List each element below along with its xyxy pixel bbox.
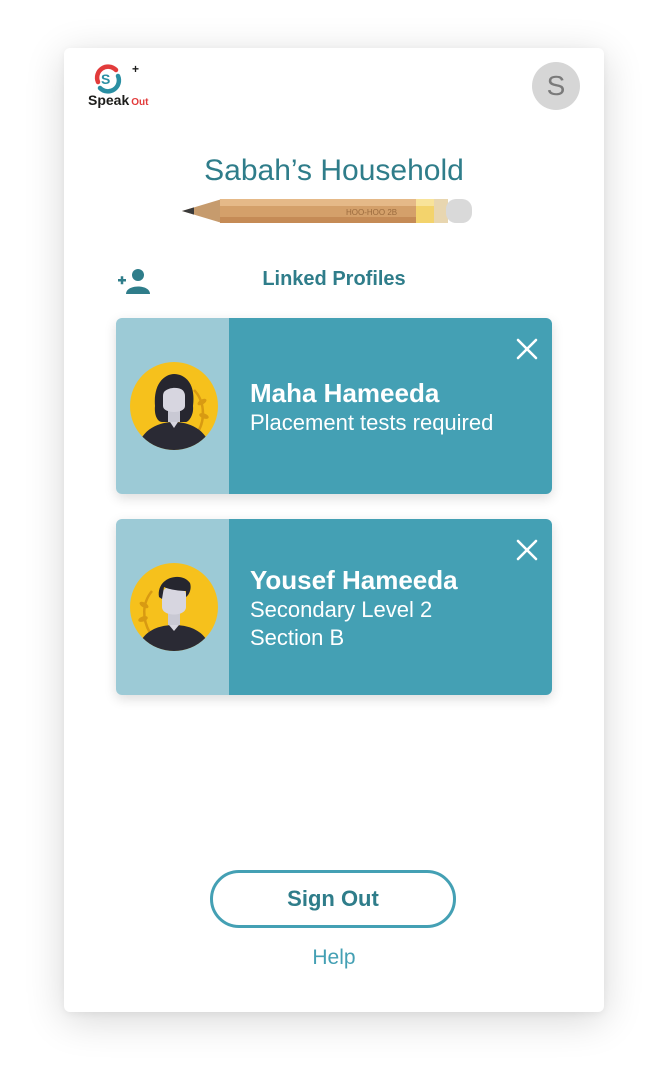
svg-text:+: + <box>132 62 139 76</box>
page-title: Sabah’s Household <box>204 154 464 187</box>
profile-details-panel: Maha Hameeda Placement tests required <box>229 318 552 494</box>
profile-name: Maha Hameeda <box>250 378 440 408</box>
profile-details-panel: Yousef Hameeda Secondary Level 2 Section… <box>229 519 552 695</box>
speak-out-logo-icon: S + <box>94 62 139 94</box>
user-avatar[interactable]: S <box>532 62 580 110</box>
close-icon[interactable] <box>516 539 538 561</box>
svg-text:S: S <box>101 71 110 87</box>
profile-card-yousef[interactable]: Yousef Hameeda Secondary Level 2 Section… <box>116 519 552 695</box>
profile-card-maha[interactable]: Maha Hameeda Placement tests required <box>116 318 552 494</box>
pencil-icon: HOO-HOO 2B <box>182 199 472 223</box>
logo-main-text: Speak <box>88 92 130 108</box>
help-link[interactable]: Help <box>64 946 604 970</box>
male-avatar-icon <box>130 563 218 651</box>
profile-level: Secondary Level 2 <box>250 597 433 622</box>
female-avatar-icon <box>130 362 218 450</box>
svg-text:HOO-HOO 2B: HOO-HOO 2B <box>346 208 397 217</box>
close-icon[interactable] <box>516 338 538 360</box>
profile-section: Section B <box>250 625 345 650</box>
profile-status: Placement tests required <box>250 410 494 435</box>
logo-sub-text: Out <box>131 97 149 108</box>
household-card: S + Speak Out S Sabah’s Household HOO-HOO… <box>64 48 604 1012</box>
sign-out-button[interactable]: Sign Out <box>210 870 456 928</box>
profile-avatar-panel <box>116 318 229 494</box>
logo-text: Speak Out <box>88 92 148 108</box>
speak-out-logo[interactable]: S + Speak Out <box>86 62 162 114</box>
linked-profiles-label: Linked Profiles <box>262 268 406 290</box>
profile-avatar-panel <box>116 519 229 695</box>
profile-name: Yousef Hameeda <box>250 565 458 595</box>
